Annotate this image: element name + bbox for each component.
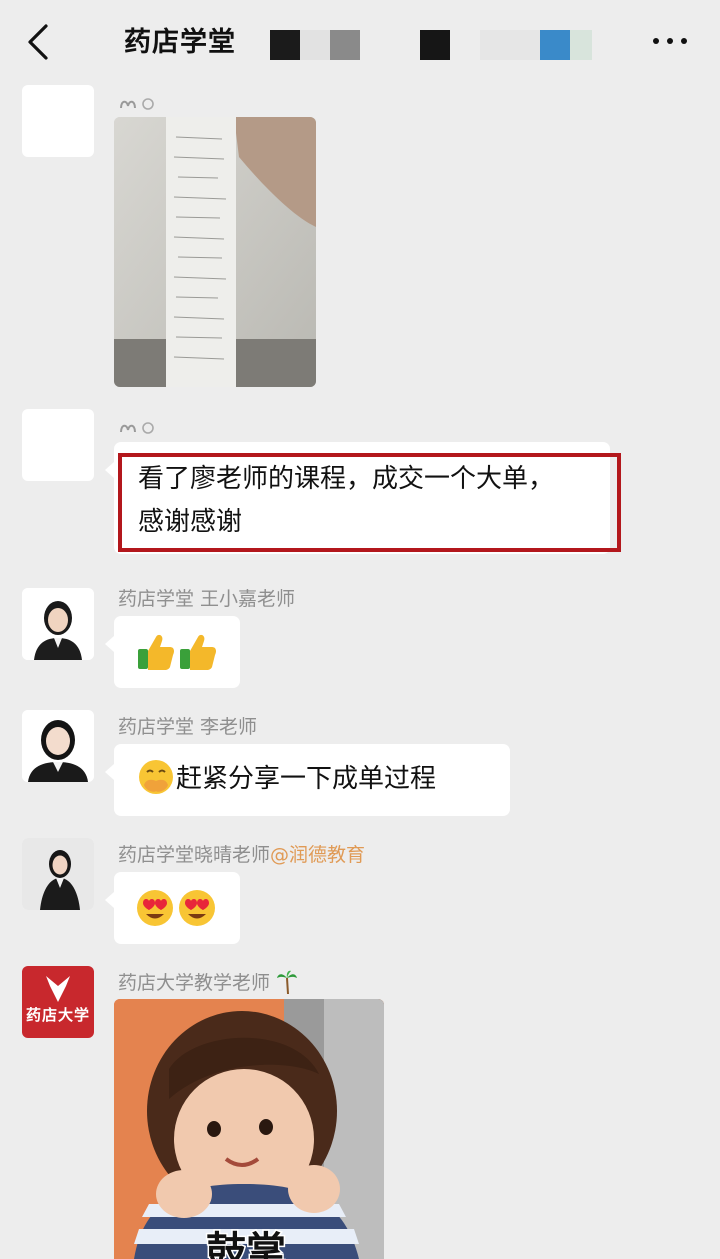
brand-logo-icon — [46, 976, 70, 1002]
palm-tree-icon — [277, 970, 298, 994]
sender-name: 药店大学教学老师 — [118, 968, 298, 995]
redacted-sender-icon — [120, 422, 154, 434]
clapping-child-sticker[interactable]: 鼓掌 — [114, 999, 384, 1259]
sender-name-text: 药店学堂晓晴老师 — [118, 844, 271, 866]
avatar-teacher-xiaoqing[interactable] — [22, 838, 94, 910]
receipt-photo[interactable] — [114, 117, 316, 387]
hand-over-mouth-icon — [139, 759, 173, 794]
sender-name: 药店学堂晓晴老师@润德教育 — [118, 840, 365, 867]
sender-name: 药店学堂 李老师 — [118, 716, 258, 738]
redacted-sender-icon — [120, 98, 154, 110]
sender-mention[interactable]: @润德教育 — [270, 844, 365, 866]
message-bubble[interactable]: 赶紧分享一下成单过程 — [105, 744, 510, 816]
chevron-left-icon[interactable] — [22, 22, 58, 62]
avatar-brand-text: 药店大学 — [25, 1006, 90, 1024]
sender-name: 药店学堂 王小嘉老师 — [118, 588, 296, 610]
heart-eyes-icon — [137, 889, 215, 926]
sender-name-text: 药店大学教学老师 — [118, 972, 271, 994]
avatar-brand[interactable]: 药店大学 — [22, 966, 94, 1038]
sticker-caption: 鼓掌 — [205, 1228, 288, 1259]
avatar-redacted[interactable] — [22, 409, 94, 481]
chat-title: 药店学堂 — [124, 27, 236, 58]
thumbs-up-icon — [138, 634, 216, 670]
emoji-bubble[interactable] — [105, 616, 240, 688]
avatar-teacher-wang[interactable] — [22, 588, 94, 660]
red-highlight-box — [118, 453, 621, 552]
avatar-teacher-li[interactable] — [22, 710, 94, 782]
message-text: 赶紧分享一下成单过程 — [176, 764, 437, 794]
ellipsis-icon[interactable] — [648, 28, 692, 54]
emoji-bubble[interactable] — [105, 872, 240, 944]
chat-header: 药店学堂 — [0, 0, 720, 84]
avatar-redacted[interactable] — [22, 85, 94, 157]
